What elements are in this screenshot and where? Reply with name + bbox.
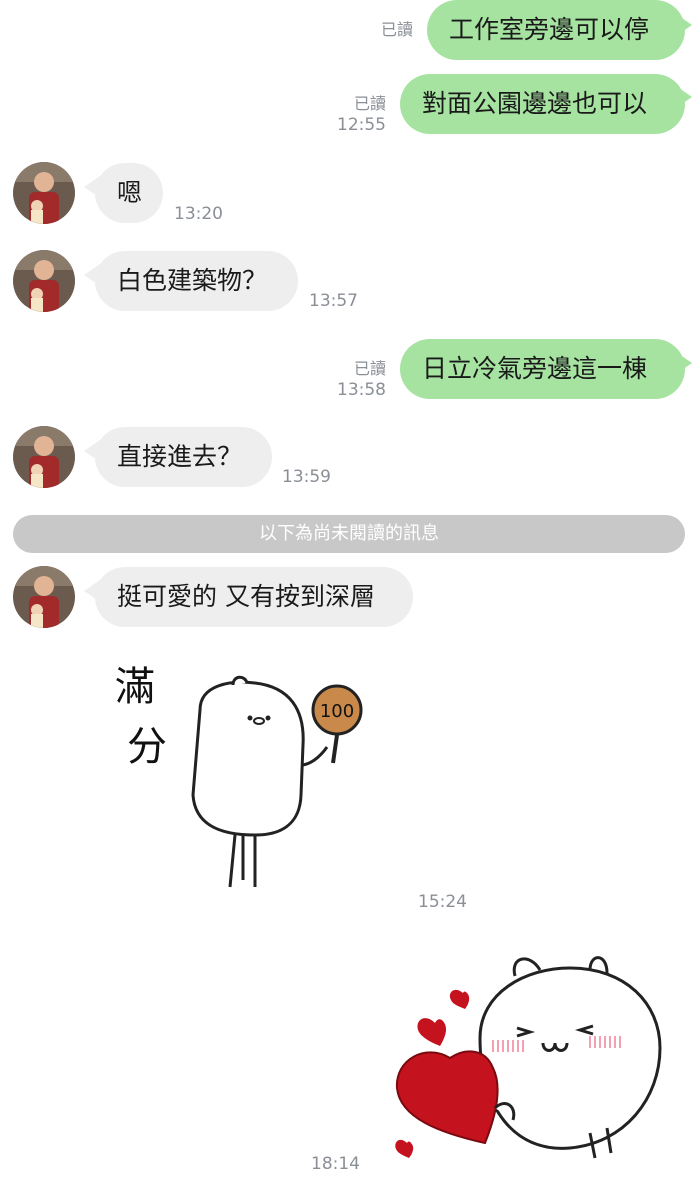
incoming-message[interactable]: 白色建築物？ [95,251,298,311]
read-receipt: 已讀 [380,20,413,39]
message-time: 13:58 [337,380,386,400]
avatar[interactable] [13,426,75,488]
read-receipt: 已讀 [353,359,386,378]
bubble-tail [676,86,692,108]
sticker-text-2: 分 [127,724,167,770]
avatar[interactable] [13,162,75,224]
bubble-tail [676,352,692,374]
outgoing-message[interactable]: 工作室旁邊可以停 [427,0,685,60]
message-time: 13:57 [309,291,358,311]
avatar[interactable] [13,250,75,312]
outgoing-message[interactable]: 日立冷氣旁邊這一棟 [400,339,685,399]
message-time: 13:20 [174,204,223,224]
bubble-tail [676,14,692,36]
incoming-message[interactable]: 直接進去？ [95,427,272,487]
incoming-message[interactable]: 嗯 [95,163,163,223]
incoming-message[interactable]: 挺可愛的 又有按到深層 [95,567,413,627]
sticker-time: 18:14 [311,1154,360,1174]
unread-divider: 以下為尚未閱讀的訊息 [13,515,685,553]
sticker-full-score[interactable]: 滿 分 100 [105,655,375,895]
score-sign-text: 100 [320,701,354,722]
sticker-time: 15:24 [418,892,467,912]
read-receipt: 已讀 [353,94,386,113]
sticker-text-1: 滿 [115,664,155,710]
avatar[interactable] [13,566,75,628]
sticker-love-bunny[interactable] [385,948,675,1163]
message-time: 13:59 [282,467,331,487]
outgoing-message[interactable]: 對面公園邊邊也可以 [400,74,685,134]
message-time: 12:55 [337,115,386,135]
